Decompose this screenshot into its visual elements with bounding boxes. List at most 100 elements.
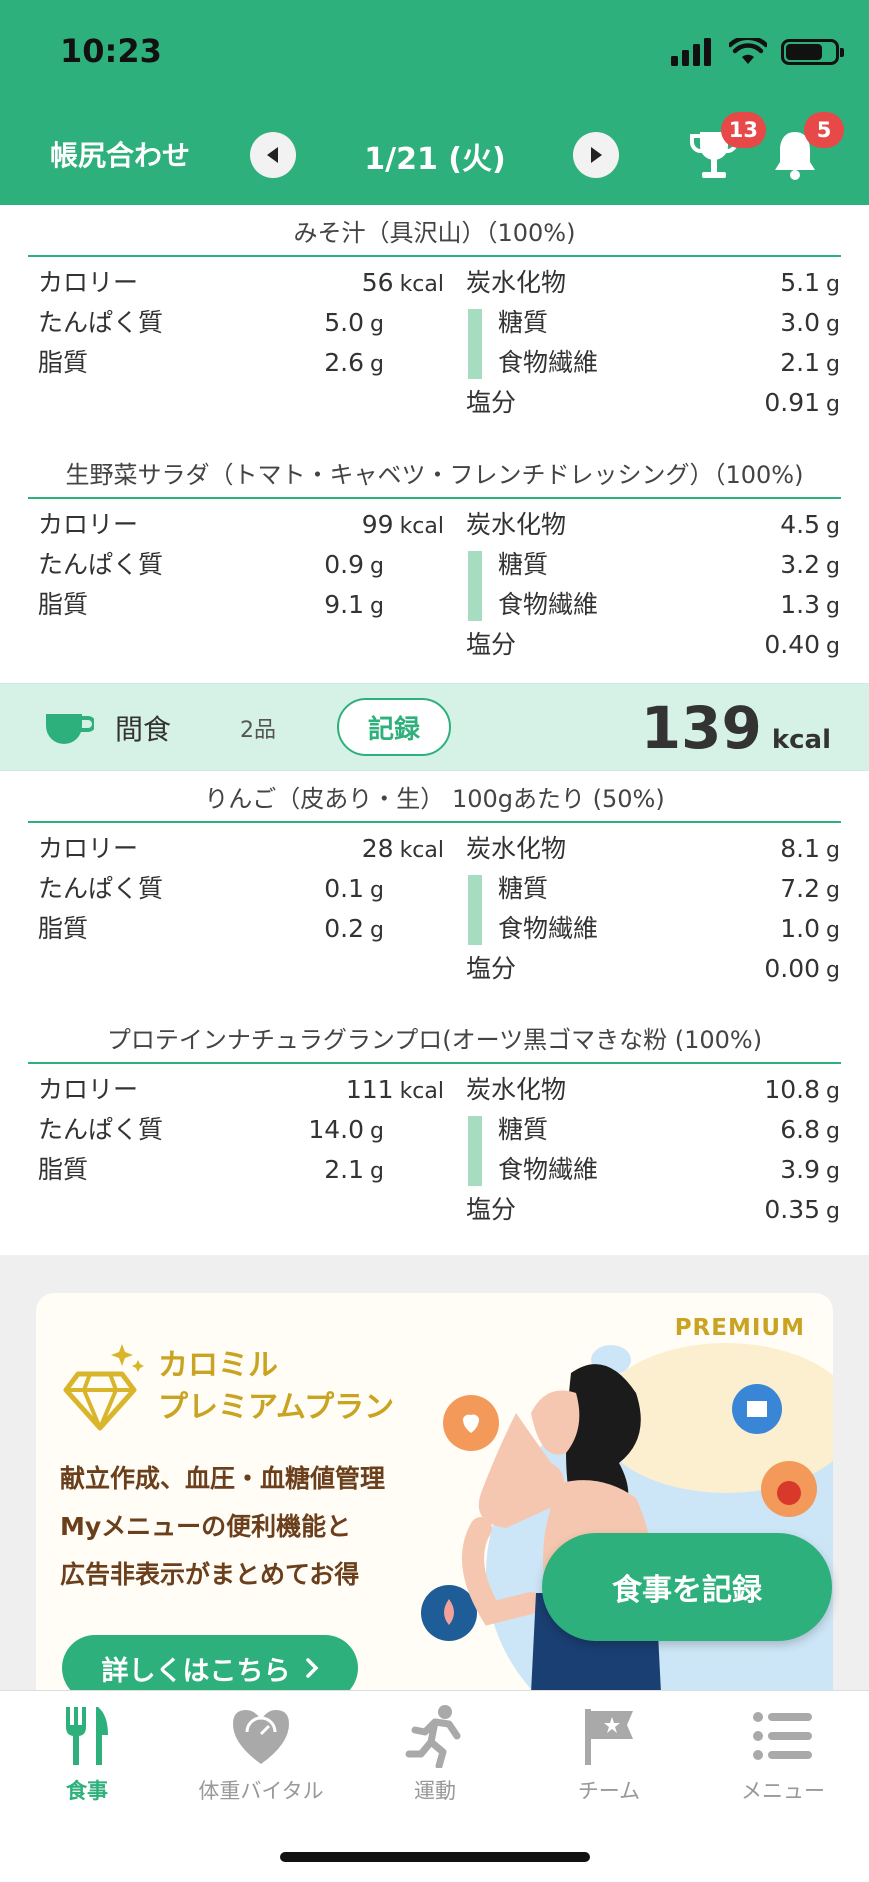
calorie-label: カロリー — [38, 268, 139, 297]
protein-label: たんぱく質 — [38, 550, 164, 579]
calorie-label: カロリー — [38, 834, 139, 863]
food-title: りんご（皮あり・生） 100gあたり (50%) — [204, 785, 665, 813]
status-icons — [671, 38, 844, 66]
salt-label: 塩分 — [466, 1195, 517, 1224]
tab-team[interactable]: チーム — [522, 1703, 696, 1813]
sub-nutrient-bar — [468, 1116, 482, 1186]
nutrition-grid: カロリー 28 kcal たんぱく質 0.1 g 脂質 0.2 g 炭水化物 8.1 g… — [28, 823, 841, 983]
sugar-value: 7.2 g — [780, 874, 840, 903]
sugar-label: 糖質 — [498, 1115, 549, 1144]
fiber-value: 1.0 g — [780, 914, 840, 943]
salt-label: 塩分 — [466, 388, 517, 417]
page-title: 帳尻合わせ — [50, 139, 191, 172]
tab-weight-vitals[interactable]: 体重バイタル — [174, 1703, 348, 1813]
fat-value: 2.1 g — [324, 1155, 384, 1184]
carb-label: 炭水化物 — [466, 1075, 567, 1104]
status-time: 10:23 — [60, 32, 162, 70]
carb-value: 8.1 g — [780, 834, 840, 863]
snack-total-kcal: 139 kcal — [640, 694, 831, 762]
app-header: 10:23 帳尻合わせ 1/21 (火) 13 5 — [0, 0, 869, 205]
notification-button[interactable]: 5 — [772, 112, 844, 184]
protein-label: たんぱく質 — [38, 1115, 164, 1144]
diamond-icon — [63, 1344, 144, 1431]
carb-label: 炭水化物 — [466, 268, 567, 297]
flag-icon — [585, 1709, 633, 1765]
sub-nutrient-bar — [468, 875, 482, 945]
trophy-button[interactable]: 13 — [688, 112, 766, 184]
fiber-value: 2.1 g — [780, 348, 840, 377]
premium-banner[interactable]: PREMIUM カロミル プレミアムプラン 献立作成、血圧・血糖値管理 Myメニ… — [36, 1293, 833, 1713]
heart-scale-icon — [233, 1710, 289, 1764]
sub-nutrient-bar — [468, 551, 482, 621]
calorie-label: カロリー — [38, 510, 139, 539]
calorie-label: カロリー — [38, 1075, 139, 1104]
snack-section-header[interactable]: 間食 2品 記録 139 kcal — [0, 683, 869, 771]
fat-value: 2.6 g — [324, 348, 384, 377]
protein-value: 0.9 g — [324, 550, 384, 579]
next-day-button[interactable] — [573, 132, 619, 178]
list-icon — [753, 1712, 812, 1760]
fat-label: 脂質 — [38, 914, 89, 943]
calorie-value: 111 kcal — [345, 1075, 444, 1104]
current-date[interactable]: 1/21 (火) — [330, 134, 540, 178]
sugar-label: 糖質 — [498, 874, 549, 903]
previous-day-button[interactable] — [250, 132, 296, 178]
sugar-label: 糖質 — [498, 550, 549, 579]
fiber-label: 食物繊維 — [498, 1155, 599, 1184]
protein-label: たんぱく質 — [38, 874, 164, 903]
record-meal-button[interactable]: 食事を記録 — [542, 1533, 832, 1641]
wifi-icon — [729, 38, 767, 64]
nutrition-grid: カロリー 111 kcal たんぱく質 14.0 g 脂質 2.1 g 炭水化物 10… — [28, 1064, 841, 1224]
food-item[interactable]: みそ汁（具沢山）（100%) カロリー 56 kcal たんぱく質 5.0 g 脂質… — [28, 213, 841, 417]
fiber-value: 1.3 g — [780, 590, 840, 619]
record-button[interactable]: 記録 — [337, 698, 451, 756]
salt-value: 0.00 g — [764, 954, 840, 983]
fork-knife-icon — [66, 1707, 108, 1765]
sugar-value: 3.0 g — [780, 308, 840, 337]
fat-value: 0.2 g — [324, 914, 384, 943]
carb-value: 10.8 g — [764, 1075, 840, 1104]
tab-meal[interactable]: 食事 — [0, 1703, 174, 1813]
food-item[interactable]: プロテインナチュラグランプロ(オーツ黒ゴマきな粉 (100%) カロリー 111… — [28, 1020, 841, 1224]
tab-exercise[interactable]: 運動 — [348, 1703, 522, 1813]
carb-label: 炭水化物 — [466, 834, 567, 863]
food-item[interactable]: りんご（皮あり・生） 100gあたり (50%) カロリー 28 kcal たんぱ… — [28, 779, 841, 983]
trophy-badge: 13 — [720, 112, 766, 148]
food-title: みそ汁（具沢山）（100%) — [293, 219, 576, 247]
fat-label: 脂質 — [38, 590, 89, 619]
triangle-left-icon — [267, 147, 278, 163]
nutrition-grid: カロリー 56 kcal たんぱく質 5.0 g 脂質 2.6 g 炭水化物 5.1 g… — [28, 257, 841, 417]
salt-value: 0.35 g — [764, 1195, 840, 1224]
fat-label: 脂質 — [38, 1155, 89, 1184]
chevron-right-icon — [305, 1658, 318, 1678]
carb-value: 4.5 g — [780, 510, 840, 539]
salt-value: 0.40 g — [764, 630, 840, 659]
triangle-right-icon — [591, 147, 602, 163]
protein-value: 0.1 g — [324, 874, 384, 903]
carb-label: 炭水化物 — [466, 510, 567, 539]
fiber-value: 3.9 g — [780, 1155, 840, 1184]
tab-menu[interactable]: メニュー — [696, 1703, 869, 1813]
sugar-label: 糖質 — [498, 308, 549, 337]
home-indicator — [280, 1852, 590, 1862]
food-item[interactable]: 生野菜サラダ（トマト・キャベツ・フレンチドレッシング）（100%) カロリー 9… — [28, 455, 841, 659]
fat-value: 9.1 g — [324, 590, 384, 619]
salt-label: 塩分 — [466, 630, 517, 659]
fiber-label: 食物繊維 — [498, 348, 599, 377]
sugar-value: 3.2 g — [780, 550, 840, 579]
fiber-label: 食物繊維 — [498, 914, 599, 943]
banner-title: カロミル プレミアムプラン — [158, 1348, 395, 1425]
carb-value: 5.1 g — [780, 268, 840, 297]
premium-tag: PREMIUM — [674, 1315, 805, 1341]
salt-label: 塩分 — [466, 954, 517, 983]
date-nav: 帳尻合わせ 1/21 (火) 13 5 — [0, 110, 869, 200]
sub-nutrient-bar — [468, 309, 482, 379]
nutrition-grid: カロリー 99 kcal たんぱく質 0.9 g 脂質 9.1 g 炭水化物 4.5 g… — [28, 499, 841, 659]
runner-icon — [405, 1705, 461, 1768]
sugar-value: 6.8 g — [780, 1115, 840, 1144]
meal-detail-list: みそ汁（具沢山）（100%) カロリー 56 kcal たんぱく質 5.0 g 脂質… — [0, 205, 869, 1255]
cup-icon — [46, 714, 94, 744]
banner-description: 献立作成、血圧・血糖値管理 Myメニューの便利機能と 広告非表示がまとめてお得 — [60, 1464, 386, 1589]
calorie-value: 56 kcal — [361, 268, 444, 297]
battery-icon — [781, 39, 844, 65]
